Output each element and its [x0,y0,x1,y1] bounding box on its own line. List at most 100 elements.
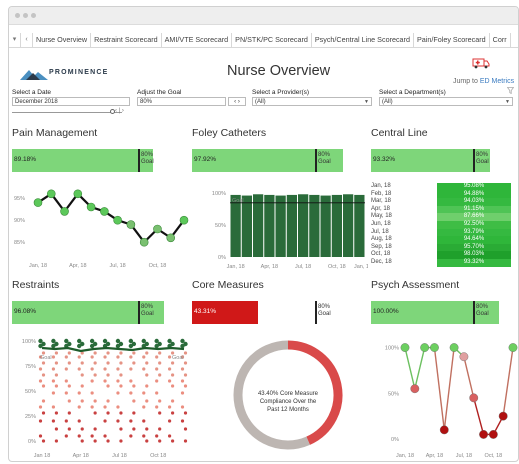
restraints-dot [129,391,133,395]
tab-restraint-scorecard[interactable]: Restraint Scorecard [91,33,162,47]
restraints-dot [106,439,110,443]
pain-goal-text: 80% Goal [141,152,154,166]
date-filter-label: Select a Date [12,89,52,96]
psych-series-segment [404,347,416,389]
central-heatmap-cell: 95.70% [437,243,511,252]
date-filter-input[interactable]: December 2018 [12,97,130,106]
restraints-dot [180,379,185,383]
date-step-icons[interactable]: ‹ | › [115,108,124,114]
tab-nurse-overview[interactable]: Nurse Overview [33,33,92,47]
tab-psych-central-line-scorecard[interactable]: Psych/Central Line Scorecard [312,33,414,47]
tab-pain-foley-scorecard[interactable]: Pain/Foley Scorecard [414,33,490,47]
psych-series-segment [414,347,426,389]
jump-link-text[interactable]: ED Metrics [480,78,514,85]
pain-kpi-value: 89.18% [14,156,37,163]
foley-kpi[interactable]: 97.92% 80% Goal [192,149,346,172]
restraints-dot [183,361,188,365]
restraints-dot [80,384,84,388]
central-heatmap-cell: 95.08% [437,183,511,191]
psych-title: Psych Assessment [371,279,460,291]
foley-bar-chart: 100% 50% 0% Goal Jan, 18 Apr, 18 Jul, 18 Oct, 1… [212,191,368,270]
restraints-dot [90,367,94,371]
window-dot-icon[interactable] [31,13,36,18]
core-goal-text: 80% Goal [318,304,331,318]
tab-corr[interactable]: Corr [490,33,511,47]
provider-filter-select[interactable]: (All) ▼ [252,97,372,106]
restraints-dot [106,373,110,377]
pain-ytick: 85% [14,240,25,246]
central-row-label: Apr, 18 [371,205,391,212]
restraints-dot [167,434,172,438]
window-dot-icon[interactable] [23,13,28,18]
restraints-dot [119,427,123,431]
date-slider-track[interactable] [12,112,122,113]
restraints-dot [116,405,120,409]
restraints-dot [180,405,185,409]
psych-ytick: 0% [391,437,399,443]
restraints-dot [38,367,43,371]
pain-data-point [113,215,122,225]
restraints-dot [90,391,94,395]
central-heatmap-cell: 94.88% [437,190,511,199]
psych-data-point [430,343,439,352]
department-filter-select[interactable]: (All) ▼ [379,97,513,106]
central-goal-value: 80% [476,152,489,158]
restraints-goal-word: Goal [141,311,154,317]
restraints-dot [80,439,84,443]
tab-ami-vte-scorecard[interactable]: AMI/VTE Scorecard [162,33,233,47]
restraints-dot [93,427,97,431]
restraints-dot [180,343,185,349]
restraints-goal-line [138,301,140,324]
restraints-dot [167,405,172,409]
restraints-dot [41,439,46,443]
restraints-ytick: 75% [25,364,36,370]
restraints-dot [90,434,94,438]
psych-kpi[interactable]: 100.00% 80% Goal [371,301,499,324]
filter-funnel-icon[interactable] [507,87,514,94]
restraints-kpi[interactable]: 96.08% 80% Goal [12,301,170,324]
psych-data-point [488,430,498,439]
restraints-title: Restraints [12,279,60,291]
ambulance-icon[interactable] [472,57,490,69]
foley-goal-word: Goal [318,159,331,165]
goal-stepper-icon[interactable]: ‹ › [228,97,246,106]
restraints-dot [80,361,84,365]
central-heatmap-cell: 98.03% [437,251,511,259]
pain-line-chart: 95% 90% 85% Jan, 18 Apr, 18 Jul, 18 Oct, 18 [14,189,189,269]
psych-data-point [508,343,518,352]
pain-kpi[interactable]: 89.18% 80% Goal [12,149,170,172]
restraints-dot [64,434,68,438]
core-kpi-value: 43.31% [194,308,217,315]
foley-ytick: 0% [218,255,226,261]
central-kpi[interactable]: 93.32% 80% Goal [371,149,499,172]
core-title: Core Measures [192,279,264,291]
logo-text: PROMINENCE [49,69,109,76]
restraints-xtick: Oct 18 [150,453,166,459]
restraints-dot [155,379,159,383]
goal-filter-input[interactable]: 80% [137,97,226,106]
restraints-dot [132,384,136,388]
restraints-dot [183,373,188,377]
window-dot-icon[interactable] [15,13,20,18]
core-kpi[interactable]: 43.31% 80% Goal [192,301,346,324]
restraints-dot [129,355,133,359]
tab-pn-stk-pc-scorecard[interactable]: PN/STK/PC Scorecard [232,33,312,47]
restraints-dot [142,391,146,395]
jump-to-link[interactable]: Jump to ED Metrics [453,78,514,85]
restraints-dot [106,411,110,415]
mountain-logo-icon [20,70,48,80]
window-titlebar [9,7,518,25]
restraints-dot [51,343,56,349]
pain-data-point [139,237,149,247]
psych-data-point [410,384,420,394]
tab-menu-icon[interactable]: ▾ [9,33,21,47]
tab-prev-icon[interactable]: ‹ [21,33,33,47]
core-goal-word: Goal [318,311,331,317]
psych-kpi-value: 100.00% [373,308,399,315]
restraints-dot [167,379,172,383]
psych-xtick: Apr, 18 [426,453,443,459]
provider-filter-label: Select a Provider(s) [252,89,310,96]
pain-data-point [179,215,189,225]
restraints-dot [77,343,82,349]
restraints-dot [80,399,84,403]
